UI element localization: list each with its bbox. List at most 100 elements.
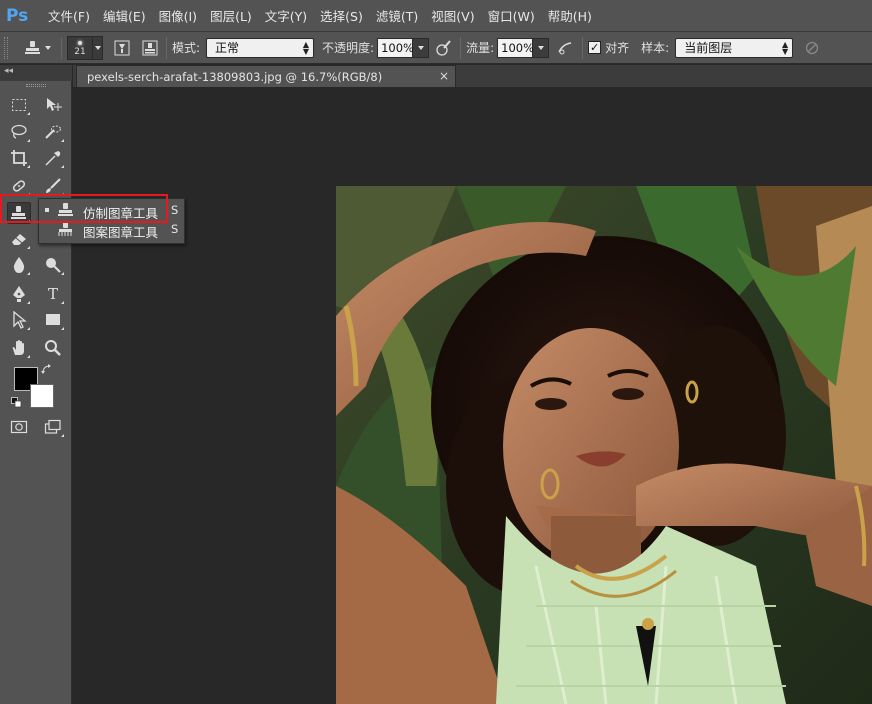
brush-panel-button[interactable] [111, 38, 133, 58]
menu-bar: Ps 文件(F) 编辑(E) 图像(I) 图层(L) 文字(Y) 选择(S) 滤… [0, 0, 872, 32]
hand-tool[interactable] [8, 338, 30, 358]
menu-file[interactable]: 文件(F) [48, 6, 90, 25]
lasso-icon [11, 124, 27, 139]
screen-mode-button[interactable] [42, 417, 64, 437]
submenu-indicator [27, 139, 30, 142]
swap-colors-button[interactable] [40, 363, 52, 375]
collapse-panel-icon[interactable]: ◂◂ [4, 66, 13, 76]
portrait-photo-image [336, 186, 872, 704]
brush-tool[interactable] [42, 176, 64, 196]
droplet-icon [13, 257, 25, 273]
path-selection-tool[interactable] [8, 310, 30, 330]
background-color-swatch[interactable] [30, 384, 54, 408]
eraser-icon [12, 234, 26, 245]
flow-slider-button[interactable] [533, 37, 550, 58]
pattern-stamp-icon [57, 221, 75, 240]
submenu-indicator [61, 301, 64, 304]
clone-source-panel-button[interactable] [139, 38, 161, 58]
menu-window[interactable]: 窗口(W) [488, 6, 535, 25]
pen-tool[interactable] [8, 284, 30, 304]
flow-label: 流量: [466, 41, 495, 55]
mode-value: 正常 [215, 41, 240, 55]
menu-help[interactable]: 帮助(H) [548, 6, 592, 25]
toolbox-header: ◂◂ [0, 65, 72, 81]
lasso-tool[interactable] [8, 122, 30, 142]
marquee-tool[interactable] [8, 95, 30, 115]
move-icon [47, 98, 62, 111]
spot-healing-tool[interactable] [8, 176, 30, 196]
brush-icon [46, 178, 61, 193]
submenu-indicator [27, 327, 30, 330]
document-tab[interactable]: pexels-serch-arafat-13809803.jpg @ 16.7%… [76, 65, 456, 87]
brush-preset-picker[interactable]: 21 [67, 35, 93, 60]
tool-preset-picker[interactable] [22, 38, 44, 58]
flow-input[interactable]: 100% [497, 37, 534, 58]
ignore-adjustment-layers-button[interactable] [801, 38, 823, 58]
opacity-input[interactable]: 100% [377, 37, 414, 58]
submenu-indicator [27, 355, 30, 358]
document-tab-bar: pexels-serch-arafat-13809803.jpg @ 16.7%… [73, 65, 872, 87]
menu-image[interactable]: 图像(I) [159, 6, 197, 25]
toolbox-grip[interactable] [26, 84, 46, 87]
brush-dropdown-button[interactable] [93, 35, 103, 60]
blur-tool[interactable] [8, 255, 30, 275]
document-photo[interactable] [336, 186, 872, 704]
submenu-indicator [61, 434, 64, 437]
divider [460, 36, 462, 59]
eraser-tool[interactable] [8, 229, 30, 249]
aligned-checkbox[interactable]: ✓ [588, 41, 602, 54]
submenu-indicator [27, 112, 30, 115]
default-colors-button[interactable] [10, 396, 22, 408]
menu-view[interactable]: 视图(V) [431, 6, 474, 25]
crop-tool[interactable] [8, 148, 30, 168]
close-icon[interactable]: × [439, 69, 449, 83]
brush-size: 21 [74, 46, 86, 57]
chevron-down-icon[interactable] [45, 45, 51, 50]
pressure-opacity-button[interactable] [433, 38, 455, 58]
airbrush-button[interactable] [555, 38, 577, 58]
clone-source-icon [142, 40, 158, 55]
zoom-icon [45, 340, 61, 356]
path-selection-icon [13, 311, 27, 329]
opacity-slider-button[interactable] [413, 37, 430, 58]
canvas-area[interactable] [73, 87, 872, 704]
crop-icon [11, 150, 27, 166]
move-tool[interactable] [42, 95, 64, 115]
eyedropper-tool[interactable] [42, 148, 64, 168]
menu-select[interactable]: 选择(S) [320, 6, 363, 25]
ignore-adjustment-layers-icon [806, 41, 819, 54]
aligned-label: 对齐 [605, 41, 630, 55]
submenu-indicator [27, 246, 30, 249]
pen-icon [13, 286, 25, 302]
flyout-item-shortcut: S [171, 203, 179, 217]
dodge-icon [46, 258, 61, 273]
dodge-tool[interactable] [42, 255, 64, 275]
quick-mask-button[interactable] [8, 417, 30, 437]
menu-layer[interactable]: 图层(L) [210, 6, 252, 25]
mode-label: 模式: [172, 41, 201, 55]
options-bar: 21 模式: 正常 ▲ ▼ 不透明度: 100% 流量: 100% ✓ 对齐 样本… [0, 32, 872, 64]
quick-selection-tool[interactable] [42, 122, 64, 142]
eyedropper-icon [45, 151, 61, 166]
sample-select[interactable]: 当前图层 ▲ ▼ [675, 37, 794, 58]
updown-arrows-icon: ▲ ▼ [782, 39, 789, 56]
rectangle-tool[interactable] [42, 310, 64, 330]
submenu-indicator [27, 272, 30, 275]
default-colors-icon [10, 396, 21, 407]
type-tool[interactable]: T [42, 284, 64, 304]
flyout-item-shortcut: S [171, 222, 179, 236]
sample-value: 当前图层 [684, 41, 733, 55]
opacity-label: 不透明度: [322, 41, 375, 55]
options-grip[interactable] [4, 36, 8, 59]
flyout-item-label: 图案图章工具 [83, 225, 159, 240]
mode-select[interactable]: 正常 ▲ ▼ [206, 37, 315, 58]
swap-colors-icon [40, 363, 51, 374]
toolbox: T [0, 81, 72, 704]
menu-edit[interactable]: 编辑(E) [103, 6, 146, 25]
pressure-opacity-icon [436, 39, 451, 56]
zoom-tool[interactable] [42, 338, 64, 358]
rectangle-shape-icon [46, 314, 60, 325]
menu-type[interactable]: 文字(Y) [265, 6, 307, 25]
menu-filter[interactable]: 滤镜(T) [376, 6, 418, 25]
divider [166, 36, 167, 59]
